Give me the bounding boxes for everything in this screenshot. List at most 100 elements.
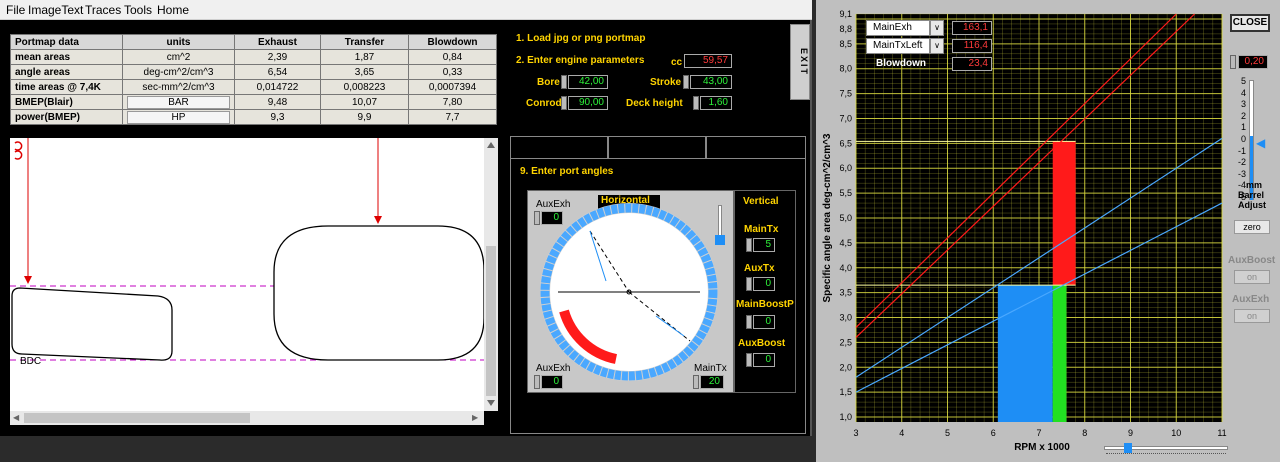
unit-select-bmep[interactable]: BAR: [122, 94, 235, 110]
zero-button[interactable]: zero: [1234, 220, 1270, 234]
v-auxtx-input[interactable]: 0: [753, 277, 775, 291]
legend-main-tx-left[interactable]: MainTxLeft: [866, 38, 930, 54]
unit-select-power[interactable]: HP: [122, 109, 235, 125]
cell-transfer: 0,008223: [320, 79, 409, 95]
barrel-tick-label: 2: [1240, 110, 1246, 121]
bore-input[interactable]: 42,00: [568, 75, 608, 89]
row-unit: cm^2: [122, 49, 235, 65]
conrod-input[interactable]: 90,00: [568, 96, 608, 110]
unit-select-value: BAR: [127, 95, 230, 109]
cell-exhaust: 6,54: [234, 64, 321, 80]
legend-main-exh[interactable]: MainExh: [866, 20, 930, 36]
rpm-slider-track[interactable]: [1104, 446, 1228, 450]
auxexh-bottom-spinner[interactable]: [534, 375, 540, 389]
rpm-slider-thumb[interactable]: [1124, 443, 1132, 453]
portmap-data-table: Portmap data units Exhaust Transfer Blow…: [10, 34, 497, 125]
menu-tools[interactable]: Tools: [124, 3, 152, 17]
scroll-right-icon[interactable]: ▶: [472, 413, 478, 422]
aux-exh-toggle[interactable]: on: [1234, 309, 1270, 323]
transfer-marker-arrow-icon: [374, 216, 382, 224]
port-marker-icon: [14, 141, 23, 160]
v-mainboost-spinner[interactable]: [746, 315, 752, 329]
y-tick-label: 3,5: [839, 288, 852, 298]
cell-exhaust: 9,3: [234, 109, 321, 125]
aux-exh-label: AuxExh: [1232, 294, 1270, 305]
barrel-tick-label: 4: [1240, 87, 1246, 98]
barrel-tick-labels: 5 4 3 2 1 0 -1 -2 -3 -4 -5: [1216, 76, 1246, 206]
menu-traces[interactable]: Traces: [85, 3, 121, 17]
y-tick-label: 5,0: [839, 213, 852, 223]
x-tick-labels: 3 4 5 6 7 8 9 10 11: [853, 428, 1226, 438]
auxexh-bottom-input[interactable]: 0: [541, 375, 563, 389]
table-header: units: [122, 34, 235, 50]
barrel-tick-label: 3: [1240, 99, 1246, 110]
table-row: BMEP(Blair) BAR 9,48 10,07 7,80: [10, 94, 497, 110]
stroke-label: Stroke: [650, 77, 682, 88]
y-tick-label: 9,1: [839, 9, 852, 19]
conrod-spinner[interactable]: [561, 96, 567, 110]
legend-blowdown-value: 23,4: [952, 57, 992, 71]
x-tick-label: 7: [1036, 428, 1041, 438]
tab-2[interactable]: [608, 136, 706, 158]
barrel-mm-label: mm: [1246, 180, 1263, 190]
horizontal-scroll-thumb[interactable]: [24, 413, 250, 423]
portmap-canvas[interactable]: BDC: [10, 138, 498, 411]
menu-imagetext[interactable]: ImageText: [28, 3, 83, 17]
y-tick-label: 8,0: [839, 64, 852, 74]
angle-area-window: 9,1 8,8 8,5 8,0 7,5 7,0 6,5 6,0 5,5 5,0 4,5 4,0 3,5 3…: [816, 0, 1280, 462]
row-label: angle areas: [10, 64, 123, 80]
auxexh-bottom-label: AuxExh: [536, 363, 571, 374]
barrel-label: Barrel: [1238, 190, 1265, 200]
chart-bar: [1052, 141, 1076, 286]
aux-boost-toggle[interactable]: on: [1234, 270, 1270, 284]
y-tick-label: 3,0: [839, 313, 852, 323]
legend-main-tx-left-value: 116,4: [952, 39, 992, 53]
v-maintx-label: MainTx: [744, 224, 779, 235]
chevron-down-icon[interactable]: ∨: [930, 20, 944, 36]
cell-transfer: 10,07: [320, 94, 409, 110]
cell-transfer: 9,9: [320, 109, 409, 125]
stroke-input[interactable]: 43,00: [690, 75, 732, 89]
v-auxboost-spinner[interactable]: [746, 353, 752, 367]
tab-1[interactable]: [510, 136, 608, 158]
maintx-bottom-spinner[interactable]: [693, 375, 699, 389]
cell-blowdown: 0,84: [408, 49, 497, 65]
v-mainboost-input[interactable]: 0: [753, 315, 775, 329]
menu-file[interactable]: File: [6, 3, 25, 17]
x-axis-label: RPM x 1000: [1014, 442, 1070, 453]
v-auxtx-label: AuxTx: [744, 263, 775, 274]
stroke-spinner[interactable]: [683, 75, 689, 89]
exit-button[interactable]: EXIT: [790, 24, 810, 100]
y-tick-label: 4,0: [839, 263, 852, 273]
barrel-adjust-spinner[interactable]: [1230, 55, 1236, 69]
close-button[interactable]: CLOSE: [1230, 14, 1270, 32]
cell-blowdown: 7,80: [408, 94, 497, 110]
bore-spinner[interactable]: [561, 75, 567, 89]
step-load-portmap[interactable]: 1. Load jpg or png portmap: [516, 33, 645, 44]
barrel-slider-pointer-icon[interactable]: ◀: [1256, 136, 1265, 150]
cc-value: 59,57: [684, 54, 732, 68]
row-unit: sec-mm^2/cm^3: [122, 79, 235, 95]
maintx-bottom-input[interactable]: 20: [700, 375, 724, 389]
table-row: time areas @ 7,4K sec-mm^2/cm^3 0,014722…: [10, 79, 497, 95]
v-maintx-spinner[interactable]: [746, 238, 752, 252]
maintx-bottom-label: MainTx: [694, 363, 727, 374]
v-maintx-input[interactable]: 5: [753, 238, 775, 252]
v-mainboost-label: MainBoostP: [736, 299, 794, 310]
horizontal-scrollbar[interactable]: ◀ ▶: [10, 411, 484, 425]
y-tick-labels: 9,1 8,8 8,5 8,0 7,5 7,0 6,5 6,0 5,5 5,0 4,5 4,0 3,5 3…: [839, 9, 852, 422]
tab-3[interactable]: [706, 136, 806, 158]
deck-height-spinner[interactable]: [693, 96, 699, 110]
v-auxboost-input[interactable]: 0: [753, 353, 775, 367]
menu-home[interactable]: Home: [157, 3, 189, 17]
rpm-slider-ticks: [1106, 453, 1226, 459]
table-row: power(BMEP) HP 9,3 9,9 7,7: [10, 109, 497, 125]
barrel-tick-label: 0: [1240, 134, 1246, 144]
v-auxtx-spinner[interactable]: [746, 277, 752, 291]
x-tick-label: 8: [1082, 428, 1087, 438]
row-label: time areas @ 7,4K: [10, 79, 123, 95]
chevron-down-icon[interactable]: ∨: [930, 38, 944, 54]
vertical-scroll-thumb[interactable]: [486, 246, 496, 396]
deck-height-input[interactable]: 1,60: [700, 96, 732, 110]
scroll-left-icon[interactable]: ◀: [13, 413, 19, 422]
